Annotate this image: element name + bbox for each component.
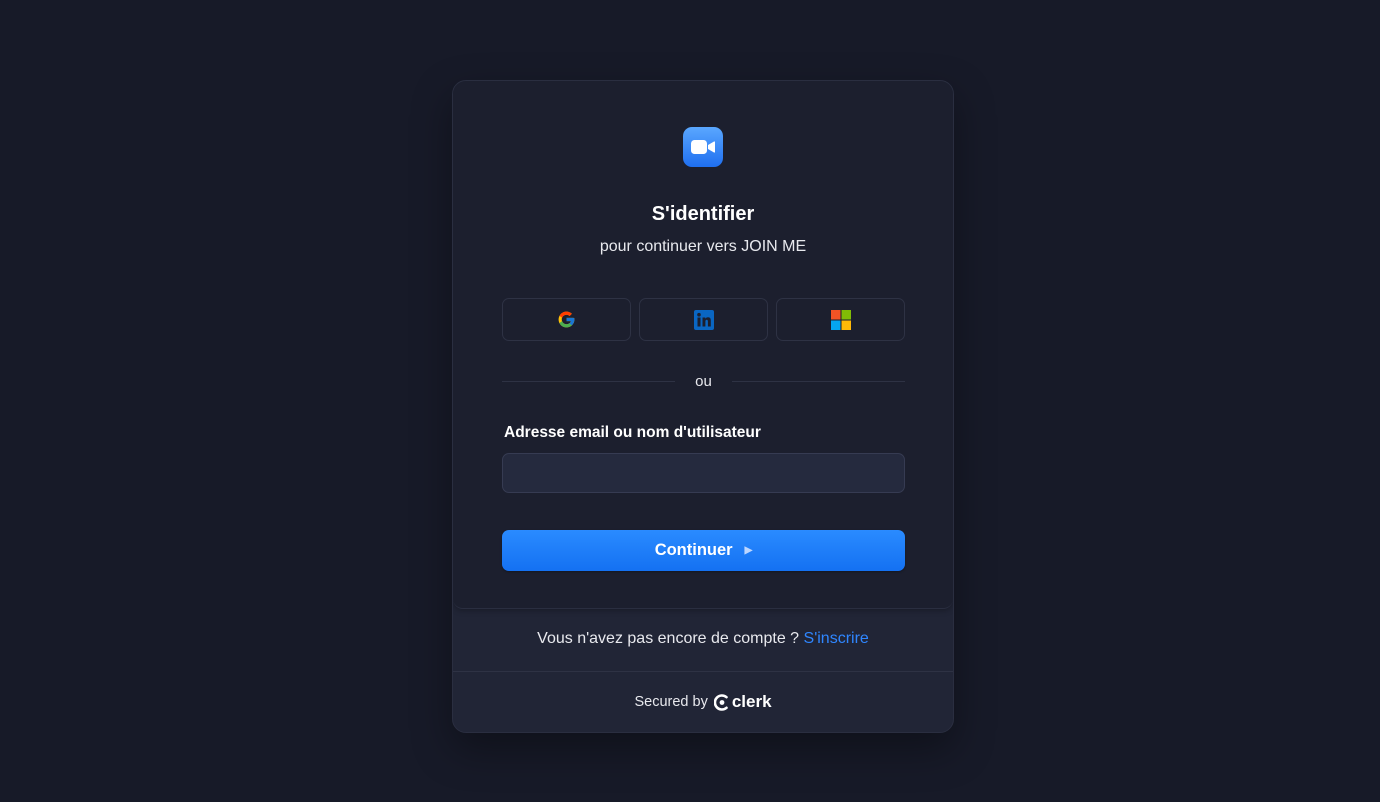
clerk-brand-text: clerk	[731, 692, 772, 711]
clerk-logo[interactable]: clerk	[713, 692, 772, 712]
google-login-button[interactable]	[502, 298, 631, 341]
or-divider: ou	[502, 369, 905, 393]
continue-button[interactable]: Continuer ▶	[502, 530, 905, 571]
google-icon	[558, 311, 575, 328]
social-login-row	[502, 298, 905, 341]
continue-button-label: Continuer	[654, 541, 733, 559]
secured-by-text: Secured by	[634, 694, 708, 710]
divider-line-right	[731, 380, 905, 382]
sign-in-card: S'identifier pour continuer vers JOIN ME	[452, 80, 954, 733]
linkedin-icon	[693, 309, 714, 330]
signup-link[interactable]: S'inscrire	[804, 630, 869, 647]
email-label: Adresse email ou nom d'utilisateur	[504, 424, 761, 441]
secured-by-footer: Secured by clerk	[453, 692, 953, 712]
page-subtitle: pour continuer vers JOIN ME	[599, 238, 807, 255]
clerk-icon	[713, 693, 728, 711]
email-field[interactable]	[502, 453, 905, 493]
sign-in-panel: S'identifier pour continuer vers JOIN ME	[453, 81, 953, 609]
linkedin-login-button[interactable]	[639, 298, 768, 341]
signup-prompt-text: Vous n'avez pas encore de compte ?	[537, 630, 800, 647]
microsoft-login-button[interactable]	[776, 298, 905, 341]
signup-prompt: Vous n'avez pas encore de compte ? S'ins…	[453, 630, 953, 648]
microsoft-icon	[830, 309, 851, 330]
divider-text: ou	[695, 372, 712, 390]
divider-line-left	[502, 380, 676, 382]
footer-divider	[453, 671, 953, 672]
play-arrow-icon: ▶	[744, 545, 753, 556]
page-title: S'identifier	[651, 203, 755, 225]
video-camera-icon	[683, 127, 723, 167]
